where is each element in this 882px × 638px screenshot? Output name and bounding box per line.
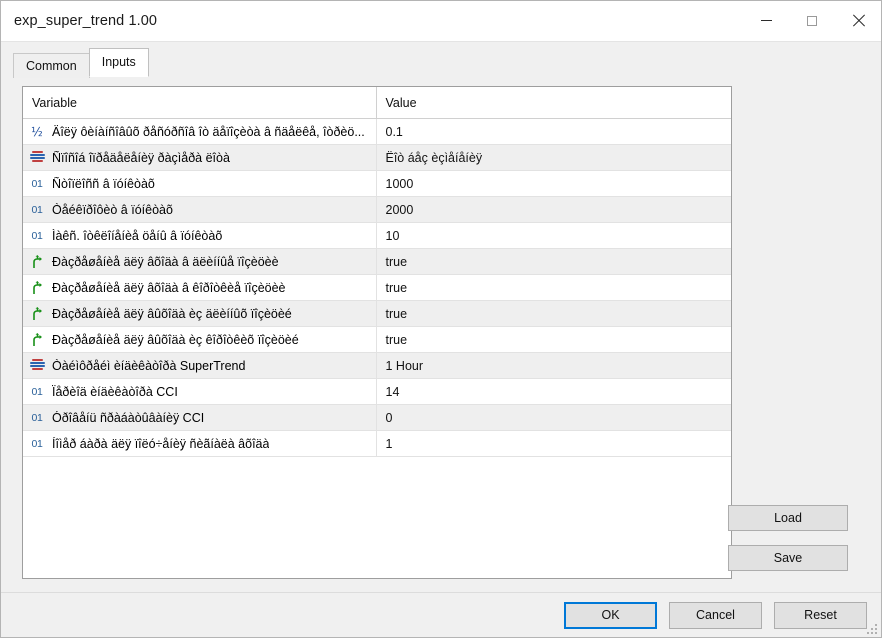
- table-body: ½ Äîëÿ ôèíàíñîâûõ ðåñóðñîâ îò äåïîçèòà â…: [23, 118, 731, 457]
- tab-strip: Common Inputs: [13, 48, 881, 78]
- table-row[interactable]: ½ Äîëÿ ôèíàíñîâûõ ðåñóðñîâ îò äåïîçèòà â…: [23, 118, 731, 145]
- table-row[interactable]: Ðàçðåøåíèå äëÿ âûõîäà èç äëèííûõ ïîçèöèé…: [23, 300, 731, 327]
- double-type-icon: ½: [31, 124, 43, 139]
- minimize-icon: [760, 20, 772, 21]
- bool-type-icon: [29, 332, 45, 348]
- reset-button[interactable]: Reset: [774, 601, 867, 629]
- table-row[interactable]: 01 Ïåðèîä èíäèêàòîðà CCI 14: [23, 378, 731, 405]
- table-row[interactable]: Ðàçðåøåíèå äëÿ âõîäà â äëèííûå ïîçèöèè t…: [23, 248, 731, 275]
- table-row[interactable]: 01 Òåéêïðîôèò â ïóíêòàõ 2000: [23, 196, 731, 223]
- variable-label: Óðîâåíü ñðàáàòûâàíèÿ CCI: [52, 410, 205, 425]
- variable-label: Ðàçðåøåíèå äëÿ âõîäà â êîðîòêèå ïîçèöèè: [52, 280, 286, 295]
- table-row[interactable]: Ðàçðåøåíèå äëÿ âûõîäà èç êîðîòêèõ ïîçèöè…: [23, 326, 731, 353]
- variable-cell[interactable]: Ñïîñîá îïðåäåëåíèÿ ðàçìåðà ëîòà: [23, 144, 376, 171]
- variable-cell[interactable]: Òàéìôðåéì èíäèêàòîðà SuperTrend: [23, 352, 376, 379]
- parameters-grid[interactable]: Variable Value ½ Äîëÿ ôèíàíñîâûõ ðåñóðñî…: [22, 86, 732, 579]
- table-header-row: Variable Value: [23, 87, 731, 119]
- variable-label: Ñòîïëîññ â ïóíêòàõ: [52, 176, 155, 191]
- dialog-footer: OK Cancel Reset: [1, 592, 881, 637]
- value-cell[interactable]: true: [375, 248, 731, 275]
- side-button-group: Load Save: [728, 505, 869, 585]
- variable-cell[interactable]: 01 Íîìåð áàðà äëÿ ïîëó÷åíèÿ ñèãíàëà âõîä…: [23, 430, 376, 457]
- int-type-icon: 01: [31, 385, 43, 398]
- table-row[interactable]: Òàéìôðåéì èíäèêàòîðà SuperTrend 1 Hour: [23, 352, 731, 379]
- int-type-icon: 01: [31, 203, 43, 216]
- table-row[interactable]: 01 Ñòîïëîññ â ïóíêòàõ 1000: [23, 170, 731, 197]
- load-button[interactable]: Load: [728, 505, 848, 531]
- dialog-window: exp_super_trend 1.00 Common Inputs Varia…: [0, 0, 882, 638]
- bool-type-icon: [29, 280, 45, 296]
- close-button[interactable]: [835, 1, 881, 40]
- table-row[interactable]: 01 Óðîâåíü ñðàáàòûâàíèÿ CCI 0: [23, 404, 731, 431]
- variable-cell[interactable]: 01 Ìàêñ. îòêëîíåíèå öåíû â ïóíêòàõ: [23, 222, 376, 249]
- variable-label: Ïåðèîä èíäèêàòîðà CCI: [52, 384, 178, 399]
- parameters-table: Variable Value ½ Äîëÿ ôèíàíñîâûõ ðåñóðñî…: [23, 87, 731, 457]
- ok-button[interactable]: OK: [564, 601, 657, 629]
- int-type-icon: 01: [31, 411, 43, 424]
- value-cell[interactable]: 2000: [375, 196, 731, 223]
- variable-cell[interactable]: 01 Óðîâåíü ñðàáàòûâàíèÿ CCI: [23, 404, 376, 431]
- variable-cell[interactable]: ½ Äîëÿ ôèíàíñîâûõ ðåñóðñîâ îò äåïîçèòà â…: [23, 118, 376, 145]
- variable-label: Ìàêñ. îòêëîíåíèå öåíû â ïóíêòàõ: [52, 228, 223, 243]
- window-controls: [743, 1, 881, 41]
- variable-label: Ðàçðåøåíèå äëÿ âûõîäà èç äëèííûõ ïîçèöèé: [52, 306, 292, 321]
- int-type-icon: 01: [31, 177, 43, 190]
- variable-label: Ðàçðåøåíèå äëÿ âûõîäà èç êîðîòêèõ ïîçèöè…: [52, 332, 299, 347]
- value-cell[interactable]: 1000: [375, 170, 731, 197]
- value-cell[interactable]: 1: [375, 430, 731, 457]
- save-button[interactable]: Save: [728, 545, 848, 571]
- variable-label: Ðàçðåøåíèå äëÿ âõîäà â äëèííûå ïîçèöèè: [52, 254, 279, 269]
- window-title: exp_super_trend 1.00: [14, 13, 158, 29]
- value-cell[interactable]: 0: [375, 404, 731, 431]
- value-cell[interactable]: Ëîò áåç èçìåíåíèÿ: [375, 144, 731, 171]
- table-row[interactable]: Ðàçðåøåíèå äëÿ âõîäà â êîðîòêèå ïîçèöèè …: [23, 274, 731, 301]
- variable-cell[interactable]: 01 Ñòîïëîññ â ïóíêòàõ: [23, 170, 376, 197]
- tab-inputs[interactable]: Inputs: [88, 48, 149, 77]
- value-cell[interactable]: 14: [375, 378, 731, 405]
- tab-common[interactable]: Common: [13, 53, 90, 78]
- value-cell[interactable]: 10: [375, 222, 731, 249]
- variable-cell[interactable]: Ðàçðåøåíèå äëÿ âõîäà â äëèííûå ïîçèöèè: [23, 248, 376, 275]
- value-cell[interactable]: 0.1: [375, 118, 731, 145]
- variable-cell[interactable]: Ðàçðåøåíèå äëÿ âõîäà â êîðîòêèå ïîçèöèè: [23, 274, 376, 301]
- variable-label: Íîìåð áàðà äëÿ ïîëó÷åíèÿ ñèãíàëà âõîäà: [52, 436, 270, 451]
- int-type-icon: 01: [31, 229, 43, 242]
- table-header: Variable Value: [23, 87, 731, 119]
- dialog-client-area: Common Inputs Variable Value ½ Äîëÿ ôèíà…: [1, 42, 881, 637]
- table-row[interactable]: 01 Ìàêñ. îòêëîíåíèå öåíû â ïóíêòàõ 10: [23, 222, 731, 249]
- bool-type-icon: [29, 306, 45, 322]
- minimize-button[interactable]: [743, 1, 789, 40]
- bool-type-icon: [29, 254, 45, 270]
- enum-type-icon: [29, 150, 45, 166]
- close-icon: [852, 14, 865, 27]
- value-cell[interactable]: true: [375, 300, 731, 327]
- value-cell[interactable]: true: [375, 326, 731, 353]
- cancel-button[interactable]: Cancel: [669, 601, 762, 629]
- table-row[interactable]: 01 Íîìåð áàðà äëÿ ïîëó÷åíèÿ ñèãíàëà âõîä…: [23, 430, 731, 457]
- variable-cell[interactable]: Ðàçðåøåíèå äëÿ âûõîäà èç äëèííûõ ïîçèöèé: [23, 300, 376, 327]
- variable-label: Òåéêïðîôèò â ïóíêòàõ: [52, 202, 173, 217]
- column-header-value[interactable]: Value: [375, 87, 731, 119]
- title-bar: exp_super_trend 1.00: [1, 1, 881, 42]
- tab-page-inputs: Variable Value ½ Äîëÿ ôèíàíñîâûõ ðåñóðñî…: [13, 77, 869, 592]
- variable-label: Äîëÿ ôèíàíñîâûõ ðåñóðñîâ îò äåïîçèòà â ñ…: [52, 124, 365, 139]
- int-type-icon: 01: [31, 437, 43, 450]
- value-cell[interactable]: true: [375, 274, 731, 301]
- maximize-icon: [807, 15, 817, 26]
- variable-cell[interactable]: 01 Ïåðèîä èíäèêàòîðà CCI: [23, 378, 376, 405]
- enum-type-icon: [29, 358, 45, 374]
- column-header-variable[interactable]: Variable: [23, 87, 376, 119]
- resize-grip-icon[interactable]: [866, 623, 878, 635]
- table-row[interactable]: Ñïîñîá îïðåäåëåíèÿ ðàçìåðà ëîòà Ëîò áåç …: [23, 144, 731, 171]
- maximize-button[interactable]: [789, 1, 835, 40]
- variable-cell[interactable]: 01 Òåéêïðîôèò â ïóíêòàõ: [23, 196, 376, 223]
- variable-cell[interactable]: Ðàçðåøåíèå äëÿ âûõîäà èç êîðîòêèõ ïîçèöè…: [23, 326, 376, 353]
- variable-label: Ñïîñîá îïðåäåëåíèÿ ðàçìåðà ëîòà: [52, 150, 230, 165]
- value-cell[interactable]: 1 Hour: [375, 352, 731, 379]
- variable-label: Òàéìôðåéì èíäèêàòîðà SuperTrend: [52, 358, 246, 373]
